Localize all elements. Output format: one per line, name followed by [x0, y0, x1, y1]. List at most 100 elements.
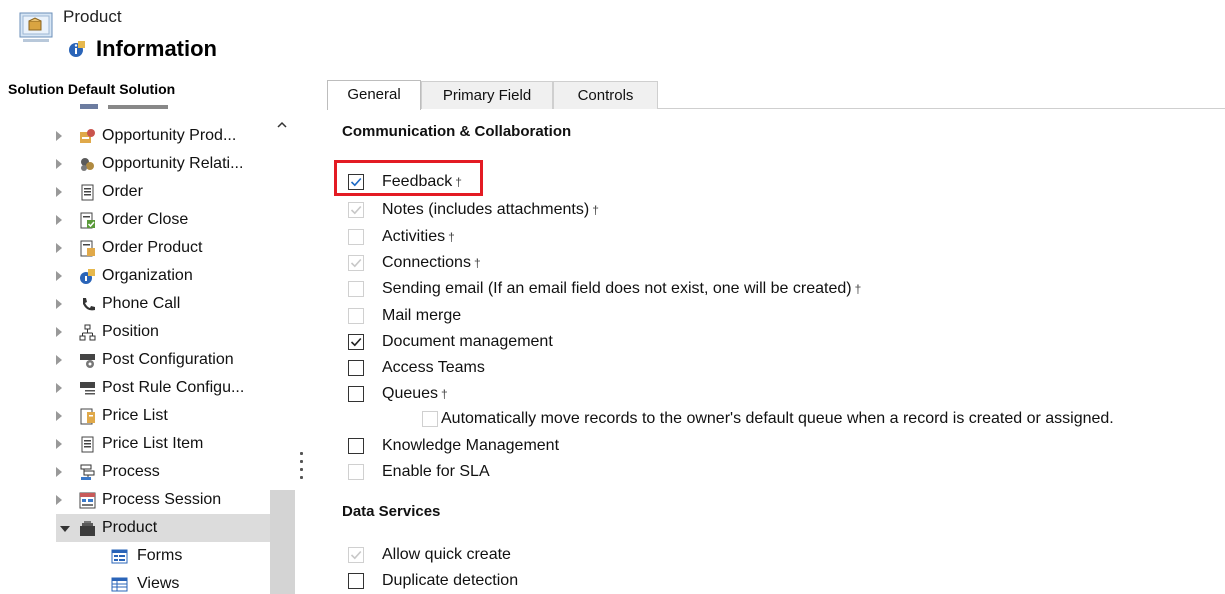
phone-icon: [83, 298, 95, 311]
feedback-highlight-box: [334, 160, 483, 196]
tree-item-label: Process Session: [102, 491, 222, 508]
product-icon: [80, 521, 95, 536]
option-label: Document management: [382, 333, 553, 350]
expand-arrow-icon[interactable]: [56, 355, 62, 365]
checkmark-icon: [350, 550, 362, 560]
tree-item-forms[interactable]: Forms: [0, 542, 270, 570]
information-icon: [69, 41, 85, 57]
dagger-mark: †: [441, 387, 448, 401]
tree-item-label: Phone Call: [102, 295, 181, 312]
solution-title: Solution Default Solution: [8, 81, 176, 97]
option-label: Enable for SLA: [382, 463, 490, 480]
activities-checkbox[interactable]: [348, 229, 364, 245]
tab-controls[interactable]: Controls: [553, 81, 658, 109]
tree-item-product[interactable]: Product: [56, 514, 270, 542]
tree-item-label: Price List Item: [102, 435, 204, 452]
dagger-mark: †: [473, 256, 481, 270]
page-title: Information: [96, 36, 217, 61]
expand-arrow-icon[interactable]: [56, 383, 62, 393]
expand-arrow-icon[interactable]: [56, 159, 62, 169]
scroll-up-icon[interactable]: [277, 120, 287, 130]
document-management-checkbox[interactable]: [348, 334, 364, 350]
collapse-arrow-icon[interactable]: [60, 526, 70, 532]
queues-checkbox[interactable]: [348, 386, 364, 402]
option-label: Sending email (If an email field does no…: [382, 280, 862, 297]
expand-arrow-icon[interactable]: [56, 439, 62, 449]
expand-arrow-icon[interactable]: [56, 131, 62, 141]
tree-item-price-list[interactable]: Price List: [0, 402, 270, 430]
tree-item-label: Order Product: [102, 239, 203, 256]
option-label: Duplicate detection: [382, 572, 519, 589]
checkmark-icon: [350, 337, 362, 347]
expand-arrow-icon[interactable]: [56, 187, 62, 197]
position-icon: [79, 324, 96, 341]
tree-item-label: Process: [102, 463, 160, 480]
tree-item-order[interactable]: Order: [0, 178, 270, 206]
tab-primary-field[interactable]: Primary Field: [421, 81, 553, 109]
tree-item-views[interactable]: Views: [0, 570, 270, 594]
option-label: Access Teams: [382, 359, 485, 376]
option-label: Mail merge: [382, 307, 462, 324]
duplicate-detection-checkbox[interactable]: [348, 573, 364, 589]
tree-partial-item: [80, 104, 220, 109]
post-configuration-icon: [80, 354, 95, 368]
tree-item-process-session[interactable]: Process Session: [0, 486, 270, 514]
option-label: Automatically move records to the owner'…: [441, 410, 1114, 427]
post-rule-icon: [80, 382, 95, 395]
section-communication-collaboration: Communication & Collaboration: [342, 123, 572, 140]
dagger-mark: †: [448, 230, 455, 244]
enable-sla-checkbox[interactable]: [348, 464, 364, 480]
solution-tree: Opportunity Prod... Opportunity Relati..…: [0, 104, 300, 594]
tree-item-label: Post Configuration: [102, 351, 234, 368]
tree-item-label: Product: [102, 519, 158, 536]
tab-general[interactable]: General: [327, 80, 421, 110]
tree-item-post-configuration[interactable]: Post Configuration: [0, 346, 270, 374]
tree-item-label: Opportunity Prod...: [102, 127, 237, 144]
access-teams-checkbox[interactable]: [348, 360, 364, 376]
sending-email-checkbox[interactable]: [348, 281, 364, 297]
tree-item-process[interactable]: Process: [0, 458, 270, 486]
option-label: Queues †: [382, 385, 448, 402]
tree-item-price-list-item[interactable]: Price List Item: [0, 430, 270, 458]
opportunity-relationship-icon: [81, 158, 94, 171]
expand-arrow-icon[interactable]: [56, 243, 62, 253]
option-label: Knowledge Management: [382, 437, 560, 454]
expand-arrow-icon[interactable]: [56, 411, 62, 421]
expand-arrow-icon[interactable]: [56, 299, 62, 309]
notes-checkbox[interactable]: [348, 202, 364, 218]
option-label: Connections †: [382, 254, 481, 271]
tree-item-label: Order Close: [102, 211, 189, 228]
option-label: Activities †: [382, 228, 455, 245]
expand-arrow-icon[interactable]: [56, 327, 62, 337]
tree-item-post-rule-configuration[interactable]: Post Rule Configu...: [0, 374, 270, 402]
tree-item-opportunity-product[interactable]: Opportunity Prod...: [0, 122, 270, 150]
scrollbar-thumb[interactable]: [270, 490, 295, 594]
tree-item-label: Price List: [102, 407, 168, 424]
tree-item-phone-call[interactable]: Phone Call: [0, 290, 270, 318]
connections-checkbox[interactable]: [348, 255, 364, 271]
product-entity-icon: [19, 12, 53, 42]
expand-arrow-icon[interactable]: [56, 495, 62, 505]
expand-arrow-icon[interactable]: [56, 467, 62, 477]
order-close-icon: [80, 212, 95, 229]
tree-item-order-close[interactable]: Order Close: [0, 206, 270, 234]
dagger-mark: †: [592, 203, 599, 217]
dagger-mark: †: [854, 282, 862, 296]
option-label: Notes (includes attachments) †: [382, 201, 599, 218]
tree-item-label: Forms: [137, 547, 183, 564]
mail-merge-checkbox[interactable]: [348, 308, 364, 324]
allow-quick-create-checkbox[interactable]: [348, 547, 364, 563]
tree-item-position[interactable]: Position: [0, 318, 270, 346]
order-icon: [81, 184, 94, 201]
expand-arrow-icon[interactable]: [56, 271, 62, 281]
tree-item-opportunity-relationship[interactable]: Opportunity Relati...: [0, 150, 270, 178]
tree-item-organization[interactable]: Organization: [0, 262, 270, 290]
expand-arrow-icon[interactable]: [56, 215, 62, 225]
tree-item-order-product[interactable]: Order Product: [0, 234, 270, 262]
views-icon: [111, 577, 128, 592]
pane-splitter[interactable]: [300, 452, 303, 482]
knowledge-management-checkbox[interactable]: [348, 438, 364, 454]
option-label: Allow quick create: [382, 546, 511, 563]
auto-move-queue-checkbox[interactable]: [422, 411, 438, 427]
price-list-icon: [80, 408, 95, 425]
